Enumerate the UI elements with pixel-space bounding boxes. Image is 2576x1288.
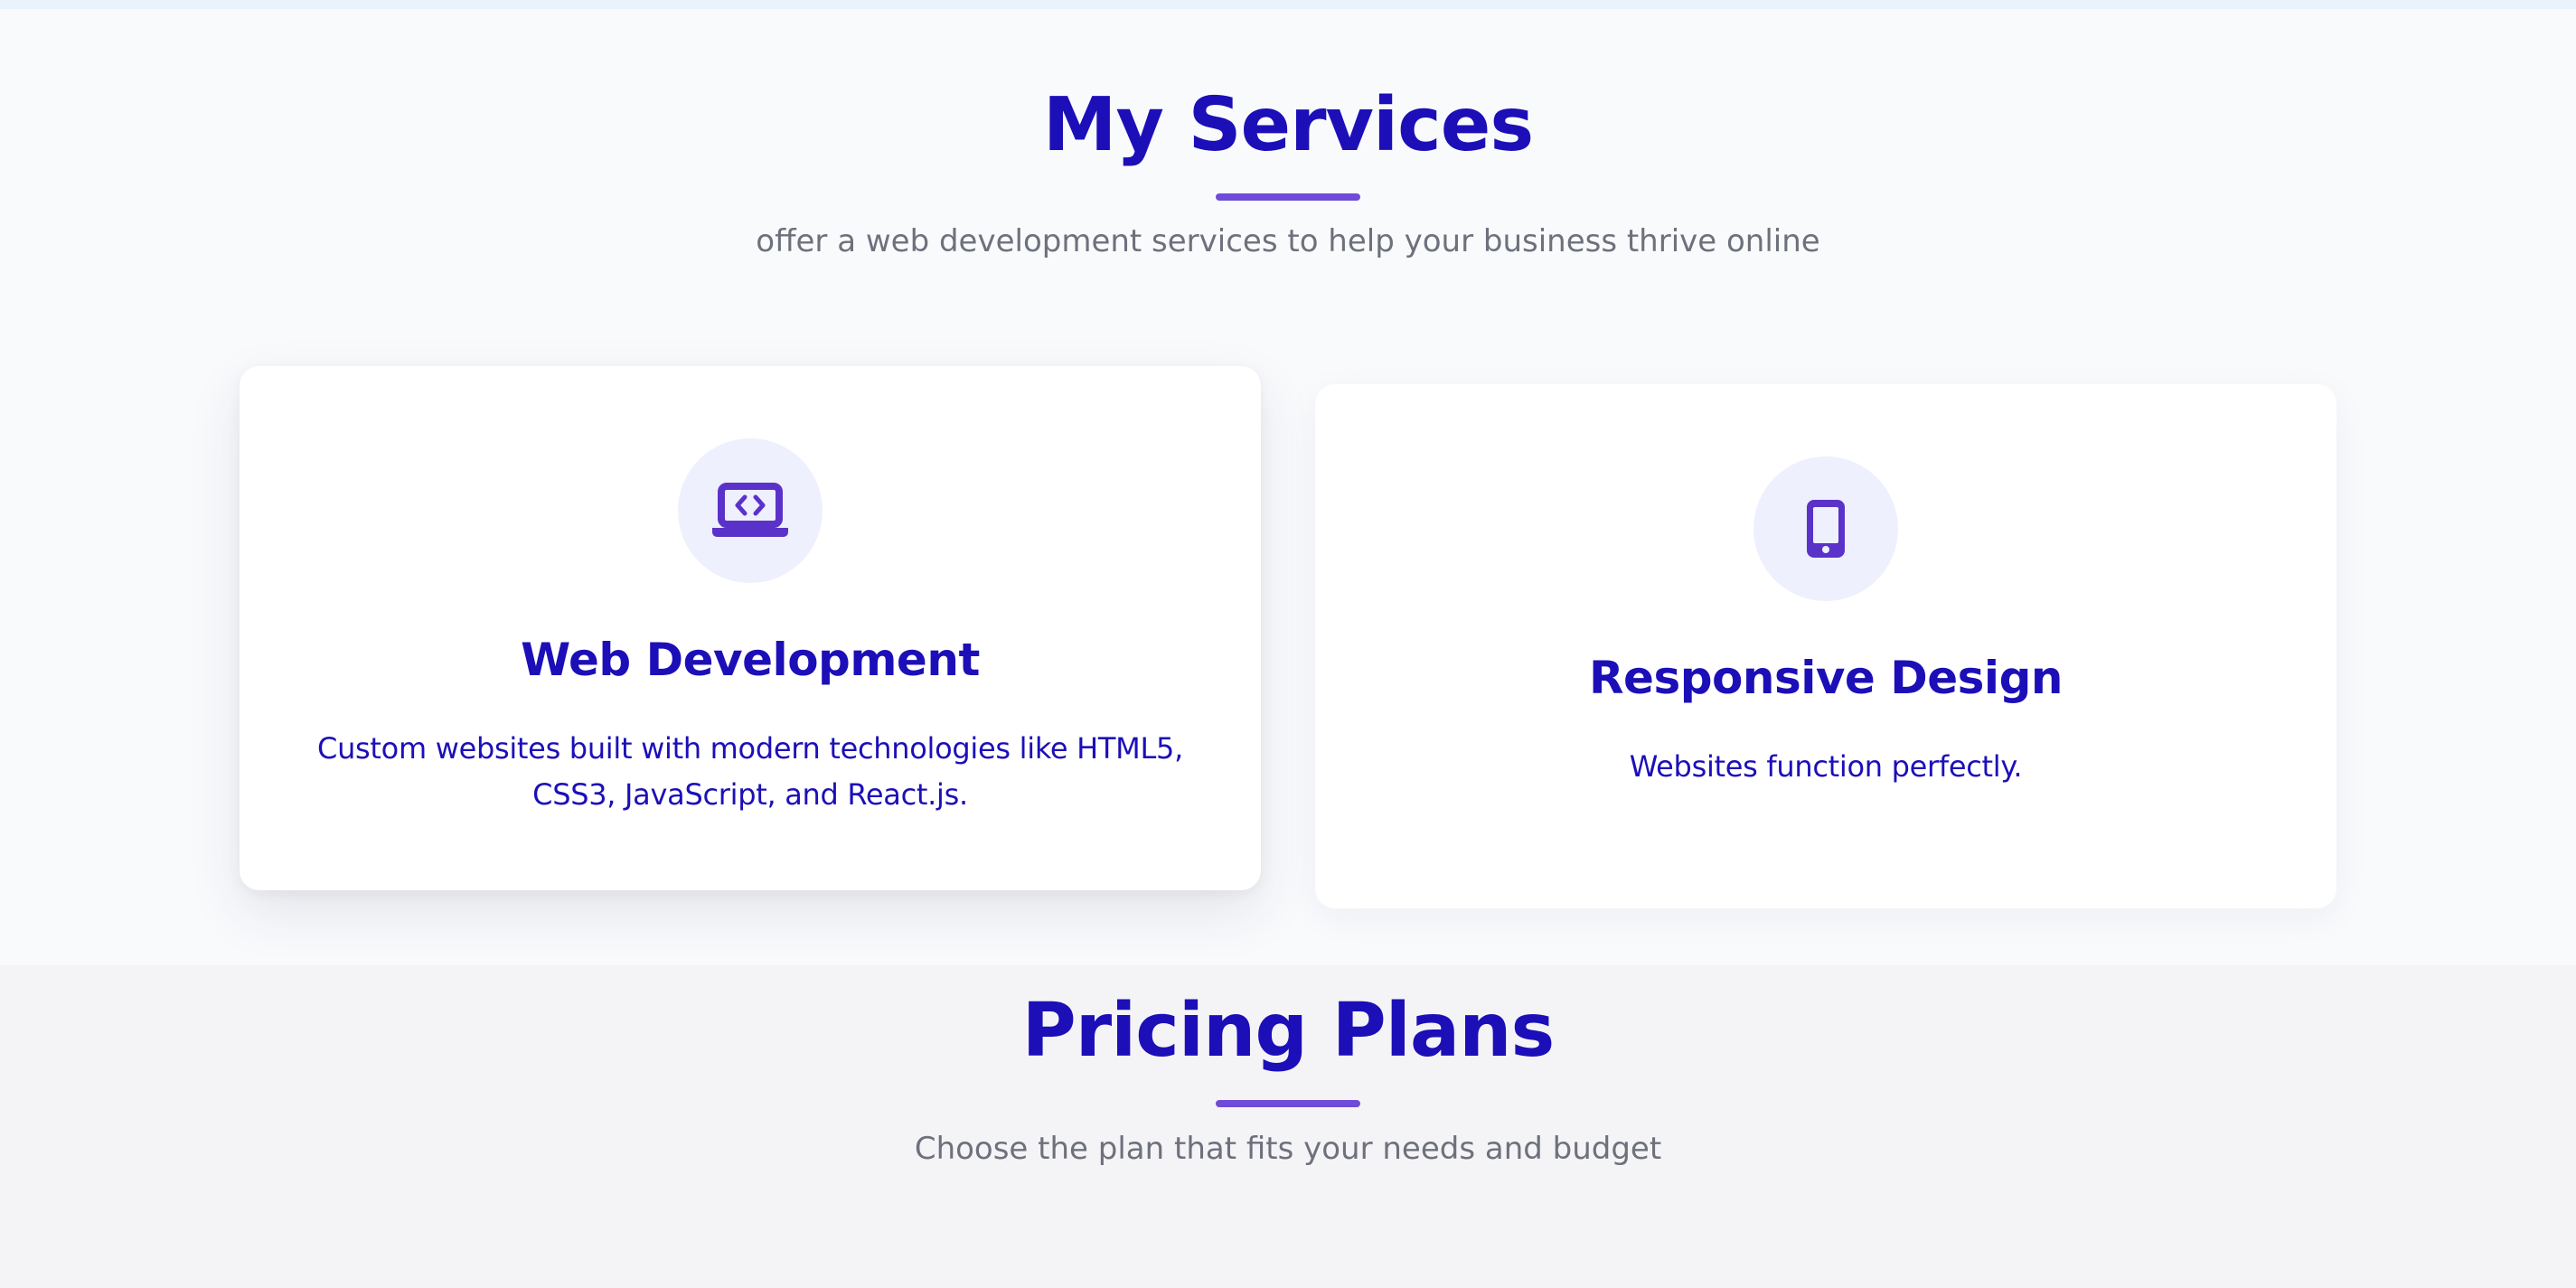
services-section: My Services offer a web development serv… — [0, 9, 2576, 965]
service-card-description: Websites function perfectly. — [1629, 749, 2023, 784]
laptop-code-icon — [712, 483, 788, 537]
service-card-responsive-design: Responsive Design Websites function perf… — [1315, 384, 2336, 908]
top-strip — [0, 0, 2576, 9]
service-card-title: Responsive Design — [1589, 652, 2063, 704]
services-subtitle: offer a web development services to help… — [756, 223, 1820, 259]
service-icon-circle — [1753, 456, 1898, 601]
pricing-subtitle: Choose the plan that fits your needs and… — [914, 1131, 1662, 1167]
service-card-description: Custom websites built with modern techno… — [317, 731, 1183, 812]
pricing-title-underline — [1216, 1100, 1360, 1107]
services-title-underline — [1216, 193, 1360, 201]
service-card-title: Web Development — [521, 634, 980, 686]
mobile-icon — [1807, 500, 1845, 558]
service-icon-circle — [678, 438, 823, 583]
pricing-title: Pricing Plans — [1021, 988, 1556, 1074]
services-title: My Services — [1042, 82, 1534, 168]
pricing-section: Pricing Plans Choose the plan that fits … — [0, 965, 2576, 1288]
service-card-web-development: Web Development Custom websites built wi… — [240, 366, 1261, 890]
